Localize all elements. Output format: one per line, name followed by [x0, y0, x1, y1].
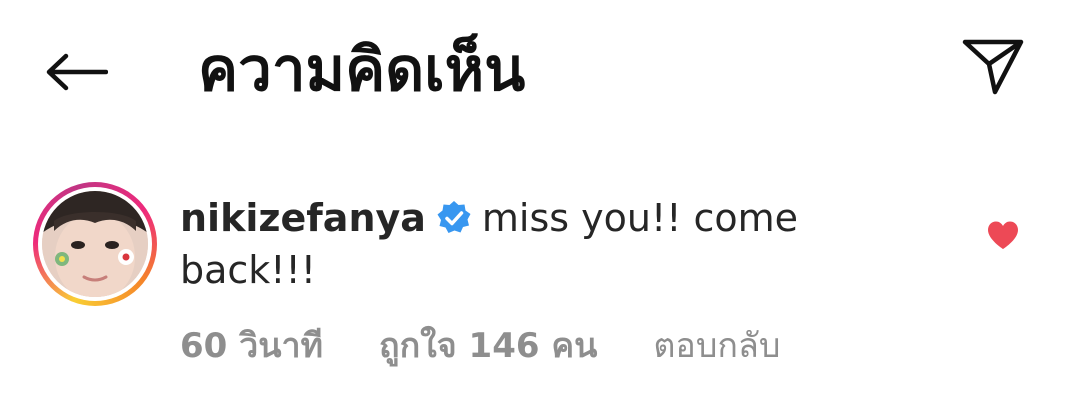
back-button[interactable]	[40, 42, 112, 102]
comment-meta: 60 วินาที ถูกใจ 146 คน ตอบกลับ	[180, 318, 780, 372]
comment-username[interactable]: nikizefanya	[180, 196, 426, 240]
paper-plane-icon	[962, 39, 1024, 95]
heart-filled-icon	[988, 221, 1018, 249]
comment-item: nikizefanya miss you!! come back!!! 60 ว…	[0, 170, 1080, 400]
page-title: ความคิดเห็น	[198, 35, 526, 105]
share-button[interactable]	[955, 30, 1031, 102]
verified-badge-icon	[437, 201, 471, 233]
reply-button[interactable]: ตอบกลับ	[653, 318, 780, 372]
comment-likes-count[interactable]: ถูกใจ 146 คน	[379, 318, 597, 372]
header: ความคิดเห็น	[0, 0, 1080, 140]
avatar	[42, 191, 148, 297]
comment-time: 60 วินาที	[180, 326, 323, 366]
comment-like-button[interactable]	[980, 214, 1026, 256]
arrow-left-icon	[46, 53, 108, 91]
comment-body: nikizefanya miss you!! come back!!!	[180, 192, 940, 296]
avatar-story-ring[interactable]	[33, 182, 157, 306]
